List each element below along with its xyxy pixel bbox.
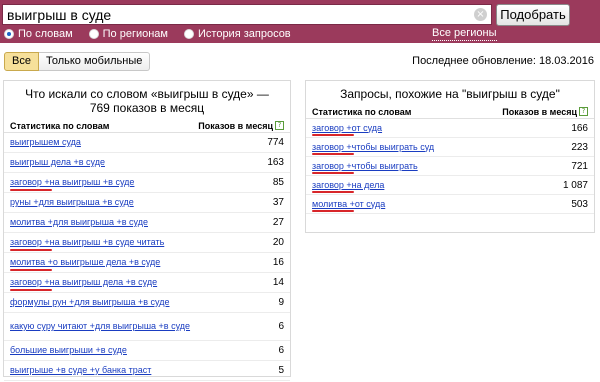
table-row: заговор +на выигрыш +в суде читать 20 [4,233,290,253]
table-header: Статистика по словам Показов в месяц ? [4,119,290,133]
col-query-header: Статистика по словам [312,106,412,117]
query-link[interactable]: молитва +от суда [312,199,385,210]
table-row: заговор +чтобы выиграть суд 223 [306,138,594,157]
query-link[interactable]: заговор +чтобы выиграть суд [312,142,434,153]
similar-panel: Запросы, похожие на "выигрыш в суде" Ста… [305,80,595,233]
radio-dot-icon [4,29,14,39]
radio-label: История запросов [198,28,291,40]
table-row: выигрыш дела +в суде 163 [4,153,290,173]
radio-dot-icon [88,29,99,39]
help-icon[interactable]: ? [579,107,588,116]
table-row: какую суру читают +для выигрыша +в суде 6 [4,313,290,341]
red-underline-annotation [10,249,52,251]
red-underline-annotation [312,134,354,136]
all-regions-link[interactable]: Все регионы [432,27,497,41]
words-table-body: выигрышем суда 774 выигрыш дела +в суде 163… [4,133,290,381]
tab-all[interactable]: Все [4,52,39,71]
table-row: заговор +на выигрыш +в суде 85 [4,173,290,193]
clear-icon[interactable]: × [474,8,487,21]
words-panel: Что искали со словом «выигрыш в суде» — … [3,80,291,381]
impressions-count: 20 [272,237,284,248]
table-row: руны +для выигрыша +в суде 37 [4,193,290,213]
search-input[interactable] [7,5,467,24]
radio-history[interactable]: История запросов [184,28,291,40]
impressions-count: 163 [267,157,284,168]
red-underline-annotation [312,153,354,155]
table-row: заговор +от суда 166 [306,119,594,138]
red-underline-annotation [10,289,52,291]
impressions-count: 774 [267,137,284,148]
table-row: выигрышем суда 774 [4,133,290,153]
query-link[interactable]: молитва +о выигрыше дела +в суде [10,257,160,268]
radio-by-regions[interactable]: По регионам [88,28,168,40]
table-row: заговор +на выигрыш дела +в суде 14 [4,273,290,293]
impressions-count: 5 [278,365,284,376]
red-underline-annotation [312,210,354,212]
similar-table-body: заговор +от суда 166 заговор +чтобы выигра… [306,119,594,214]
query-link[interactable]: выигрыше +в суде +у банка траст [10,365,151,376]
query-link[interactable]: заговор +на выигрыш +в суде читать [10,237,164,248]
impressions-count: 37 [272,197,284,208]
help-icon[interactable]: ? [275,121,284,130]
table-row: формулы рун +для выигрыша +в суде 9 [4,293,290,313]
query-link[interactable]: выигрышем суда [10,137,81,148]
table-header: Статистика по словам Показов в месяц ? [306,105,594,119]
impressions-count: 14 [272,277,284,288]
impressions-count: 1 087 [562,179,588,191]
impressions-count: 16 [272,257,284,268]
table-row: заговор +на дела 1 087 [306,176,594,195]
query-link[interactable]: молитва +для выигрыша +в суде [10,217,148,228]
table-row: молитва +от суда 503 [306,195,594,214]
query-link[interactable]: большие выигрыши +в суде [10,345,127,356]
col-query-header: Статистика по словам [10,120,110,131]
impressions-count: 6 [278,321,284,332]
query-link[interactable]: выигрыш дела +в суде [10,157,105,168]
impressions-count: 503 [571,198,588,210]
col-count-header: Показов в месяц [198,120,273,131]
query-link[interactable]: заговор +чтобы выиграть [312,161,418,172]
query-link[interactable]: какую суру читают +для выигрыша +в суде [10,321,190,332]
impressions-count: 6 [278,345,284,356]
red-underline-annotation [10,189,52,191]
impressions-count: 85 [272,177,284,188]
col-count-header: Показов в месяц [502,106,577,117]
query-link[interactable]: руны +для выигрыша +в суде [10,197,134,208]
impressions-count: 721 [571,160,588,172]
red-underline-annotation [10,269,52,271]
table-row: молитва +для выигрыша +в суде 27 [4,213,290,233]
table-row: выигрыше +в суде +у банка траст 5 [4,361,290,381]
table-row: заговор +чтобы выиграть 721 [306,157,594,176]
red-underline-annotation [312,172,354,174]
radio-by-words[interactable]: По словам [4,28,73,40]
red-underline-annotation [312,191,354,193]
last-updated: Последнее обновление: 18.03.2016 [412,55,594,67]
radio-label: По регионам [102,28,168,40]
impressions-count: 166 [571,122,588,134]
query-link[interactable]: заговор +на выигрыш дела +в суде [10,277,157,288]
radio-label: По словам [18,28,73,40]
header-bar: × Подобрать По словам По регионам Истори… [0,0,600,43]
submit-button[interactable]: Подобрать [496,4,570,26]
search-box: × [2,4,492,25]
table-row: большие выигрыши +в суде 6 [4,341,290,361]
query-link[interactable]: заговор +на дела [312,180,384,191]
device-tabs: Все Только мобильные [4,52,151,71]
query-link[interactable]: заговор +на выигрыш +в суде [10,177,134,188]
radio-dot-icon [184,29,194,39]
query-link[interactable]: заговор +от суда [312,123,382,134]
impressions-count: 27 [272,217,284,228]
panel-title: Запросы, похожие на "выигрыш в суде" [340,87,560,101]
tab-mobile-only[interactable]: Только мобильные [38,52,151,71]
impressions-count: 9 [278,297,284,308]
table-row: молитва +о выигрыше дела +в суде 16 [4,253,290,273]
impressions-count: 223 [571,141,588,153]
panel-title: Что искали со словом «выигрыш в суде» — … [25,87,269,115]
query-link[interactable]: формулы рун +для выигрыша +в суде [10,297,170,308]
mode-radio-group: По словам По регионам История запросов [4,27,307,41]
